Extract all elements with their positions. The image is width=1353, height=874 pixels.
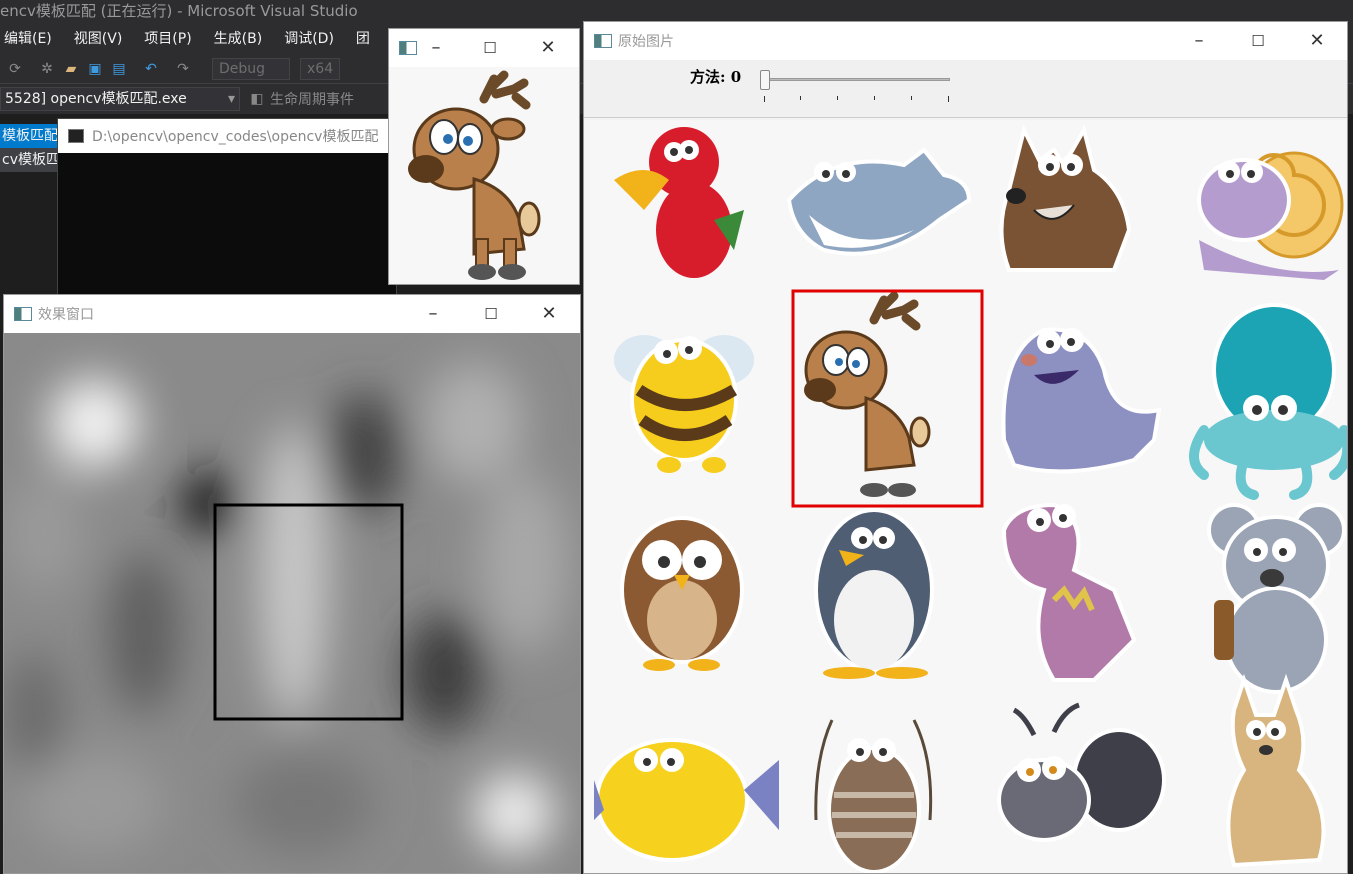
lifecycle-icon: ◧ [250, 91, 264, 107]
dinosaur-sticker [1001, 502, 1137, 682]
app-icon [594, 34, 612, 48]
bee-sticker [614, 335, 754, 473]
save-all-icon[interactable]: ▤ [110, 60, 128, 78]
original-title: 原始图片 [618, 34, 674, 50]
wolf-sticker [999, 124, 1132, 272]
menu-team[interactable]: 团 [356, 28, 370, 48]
parrot-sticker [614, 127, 744, 278]
slider-track [766, 78, 950, 81]
owl-sticker [620, 516, 744, 671]
penguin-sticker [814, 508, 934, 679]
method-trackbar-panel: 方法: 0 [584, 60, 1347, 118]
cockroach-sticker [814, 719, 933, 873]
vs-title: encv模板匹配 (正在运行) - Microsoft Visual Studi… [0, 0, 1353, 22]
tab-source-file[interactable]: 模板匹配.c [0, 124, 60, 148]
result-window: 效果窗口 – ☐ ✕ [3, 294, 581, 874]
template-window: – ☐ ✕ [388, 28, 580, 285]
redo-icon[interactable]: ↷ [174, 60, 192, 78]
save-icon[interactable]: ▣ [86, 60, 104, 78]
slider-ticks [764, 96, 950, 102]
original-titlebar[interactable]: 原始图片 – ☐ ✕ [584, 22, 1347, 60]
match-result-image [4, 333, 580, 873]
snail-sticker [1197, 151, 1344, 280]
stop-icon[interactable]: ⟳ [6, 60, 24, 78]
maximize-icon[interactable]: ☐ [468, 295, 514, 333]
seal-sticker [1001, 327, 1162, 474]
result-titlebar[interactable]: 效果窗口 – ☐ ✕ [4, 295, 580, 333]
minimize-icon[interactable]: – [1176, 22, 1222, 60]
fish-sticker [594, 738, 779, 862]
console-window: D:\opencv\opencv_codes\opencv模板匹配 [57, 118, 397, 298]
undo-icon[interactable]: ↶ [142, 60, 160, 78]
menu-edit[interactable]: 编辑(E) [4, 28, 52, 48]
template-image [389, 67, 579, 284]
platform-select[interactable]: x64 [300, 57, 340, 80]
result-title: 效果窗口 [38, 307, 94, 323]
console-titlebar[interactable]: D:\opencv\opencv_codes\opencv模板匹配 [58, 119, 396, 153]
console-title: D:\opencv\opencv_codes\opencv模板匹配 [92, 129, 379, 145]
maximize-icon[interactable]: ☐ [467, 29, 513, 67]
kangaroo-sticker [1226, 673, 1326, 868]
close-icon[interactable]: ✕ [525, 29, 571, 67]
koala-sticker [1207, 503, 1346, 694]
template-titlebar[interactable]: – ☐ ✕ [389, 29, 579, 67]
app-icon [14, 307, 32, 321]
original-image [584, 120, 1347, 873]
new-project-icon[interactable]: ✲ [38, 60, 56, 78]
menu-project[interactable]: 项目(P) [144, 28, 191, 48]
maximize-icon[interactable]: ☐ [1235, 22, 1281, 60]
deer-sticker-matched [804, 291, 931, 497]
octopus-sticker [1189, 303, 1347, 500]
method-label: 方法: 0 [690, 68, 742, 86]
process-select[interactable]: 5528] opencv模板匹配.exe [0, 87, 240, 111]
close-icon[interactable]: ✕ [526, 295, 572, 333]
menu-view[interactable]: 视图(V) [74, 28, 123, 48]
open-folder-icon[interactable]: ▰ [62, 60, 80, 78]
menu-build[interactable]: 生成(B) [214, 28, 263, 48]
ant-sticker [997, 702, 1166, 842]
tab-project[interactable]: cv模板匹配 [0, 148, 60, 172]
minimize-icon[interactable]: – [413, 29, 459, 67]
close-icon[interactable]: ✕ [1294, 22, 1340, 60]
menu-debug[interactable]: 调试(D) [284, 28, 334, 48]
vs-editor-tabs: 模板匹配.c cv模板匹配 [0, 124, 60, 172]
config-select[interactable]: Debug [212, 57, 290, 80]
method-slider[interactable] [760, 68, 952, 108]
lifecycle-events[interactable]: 生命周期事件 [270, 89, 354, 109]
shark-sticker [786, 147, 972, 256]
minimize-icon[interactable]: – [410, 295, 456, 333]
original-image-window: 原始图片 – ☐ ✕ 方法: 0 [583, 21, 1348, 874]
slider-thumb[interactable] [760, 70, 770, 90]
console-icon [68, 129, 84, 143]
